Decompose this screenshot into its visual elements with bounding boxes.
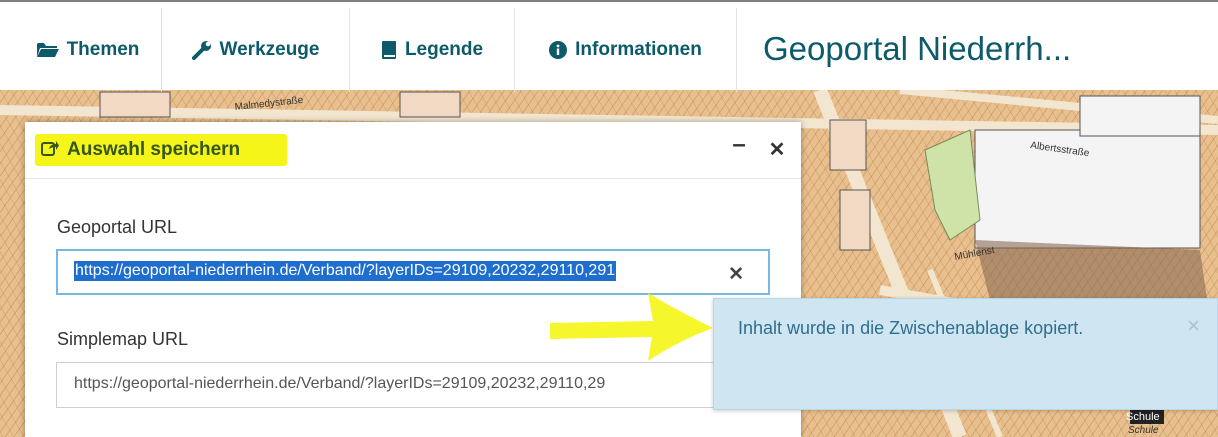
book-icon xyxy=(381,40,397,60)
menu-item-label: Legende xyxy=(404,39,484,60)
wrench-icon xyxy=(191,40,212,60)
clear-icon[interactable]: ✕ xyxy=(728,263,744,286)
simplemap-url-label: Simplemap URL xyxy=(57,329,189,349)
menu-item-informationen[interactable]: Informationen xyxy=(515,8,737,92)
dialog-header[interactable]: Auswahl speichern – ✕ xyxy=(25,122,801,179)
close-notification-icon[interactable]: × xyxy=(1187,313,1200,339)
simplemap-url-field[interactable]: https://geoportal-niederrhein.de/Verband… xyxy=(56,362,770,408)
portal-title: Geoportal Niederrh... xyxy=(763,30,1072,67)
dialog-title: Auswahl speichern xyxy=(35,134,287,166)
menu-item-label: Werkzeuge xyxy=(219,39,320,60)
simplemap-url-value: https://geoportal-niederrhein.de/Verband… xyxy=(74,375,606,392)
copied-notification: Inhalt wurde in die Zwischenablage kopie… xyxy=(713,298,1218,410)
map-label-schule-2: Schule xyxy=(1128,425,1159,436)
geoportal-url-value: https://geoportal-niederrhein.de/Verband… xyxy=(74,261,617,281)
folder-open-icon xyxy=(36,42,59,58)
menu-item-label: Themen xyxy=(66,39,140,60)
menu-item-legende[interactable]: Legende xyxy=(350,8,515,92)
save-selection-dialog: Auswahl speichern – ✕ Geoportal URL http… xyxy=(25,122,801,437)
info-circle-icon xyxy=(549,41,568,59)
geoportal-url-label: Geoportal URL xyxy=(57,217,178,237)
map-label-schule: Schule xyxy=(1126,411,1160,423)
main-menu: Themen Werkzeuge Legende Informationen xyxy=(15,8,737,92)
minimize-button[interactable]: – xyxy=(728,131,750,158)
close-button[interactable]: ✕ xyxy=(766,138,788,161)
menu-item-themen[interactable]: Themen xyxy=(15,8,162,92)
menu-item-werkzeuge[interactable]: Werkzeuge xyxy=(162,8,350,92)
menu-item-label: Informationen xyxy=(575,39,702,60)
arrow-annotation xyxy=(550,293,713,361)
top-menu-bar: Themen Werkzeuge Legende Informationen G… xyxy=(0,0,1218,92)
share-icon xyxy=(41,140,59,161)
dialog-title-text: Auswahl speichern xyxy=(67,139,241,160)
notification-message: Inhalt wurde in die Zwischenablage kopie… xyxy=(738,318,1084,338)
